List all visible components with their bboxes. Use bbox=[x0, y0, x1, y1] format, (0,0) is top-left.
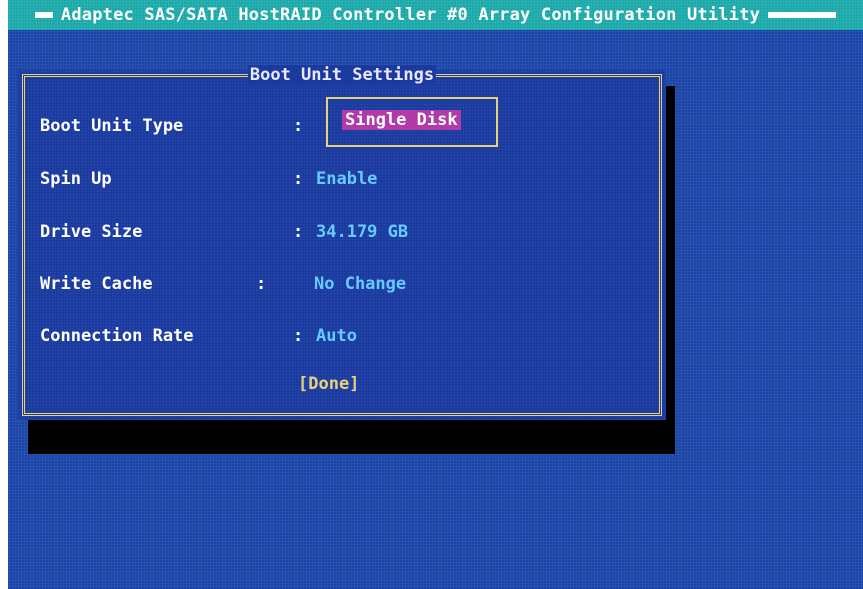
title-bar: Adaptec SAS/SATA HostRAID Controller #0 … bbox=[8, 0, 863, 30]
setting-row-drive-size: Drive Size : 34.179 GB bbox=[40, 222, 660, 248]
app-title: Adaptec SAS/SATA HostRAID Controller #0 … bbox=[60, 5, 761, 25]
setting-label: Connection Rate bbox=[40, 326, 194, 346]
setting-value: 34.179 GB bbox=[316, 222, 409, 242]
setting-colon: : bbox=[293, 326, 304, 346]
setting-value[interactable]: No Change bbox=[314, 274, 406, 294]
title-line-left bbox=[34, 12, 53, 15]
setting-label: Spin Up bbox=[40, 169, 112, 189]
setting-value[interactable]: Enable bbox=[316, 169, 377, 189]
title-line-right bbox=[768, 12, 837, 15]
done-button[interactable]: [Done] bbox=[298, 374, 359, 394]
setting-value[interactable]: Auto bbox=[316, 326, 357, 346]
setting-row-spin-up[interactable]: Spin Up : Enable bbox=[40, 169, 660, 195]
setting-row-write-cache[interactable]: Write Cache : No Change bbox=[40, 274, 660, 300]
boot-unit-settings-dialog: Boot Unit Settings Single Disk Boot Unit… bbox=[18, 65, 666, 420]
setting-colon: : bbox=[293, 169, 304, 189]
setting-colon: : bbox=[293, 222, 304, 242]
setting-label: Drive Size bbox=[40, 222, 143, 242]
setting-colon: : bbox=[256, 274, 267, 294]
bios-screen: Adaptec SAS/SATA HostRAID Controller #0 … bbox=[8, 0, 863, 589]
dialog-title: Boot Unit Settings bbox=[247, 65, 437, 85]
setting-row-boot-unit-type[interactable]: Boot Unit Type : bbox=[40, 116, 660, 142]
setting-label: Write Cache bbox=[40, 274, 153, 294]
setting-row-connection-rate[interactable]: Connection Rate : Auto bbox=[40, 326, 660, 352]
setting-colon: : bbox=[293, 116, 304, 136]
setting-label: Boot Unit Type bbox=[40, 116, 184, 136]
